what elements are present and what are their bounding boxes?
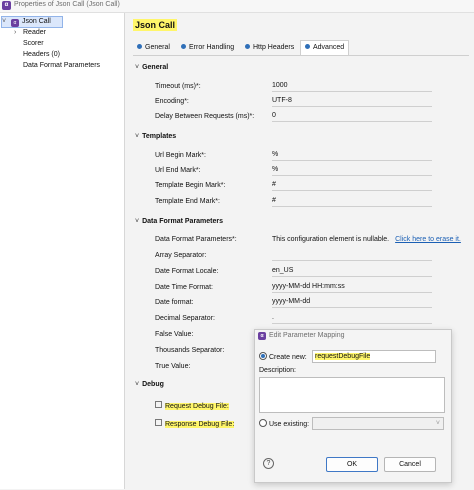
advanced-tab-icon — [305, 44, 310, 49]
chevron-down-icon: ˅ — [135, 133, 140, 140]
array-separator-field[interactable] — [272, 250, 432, 261]
chevron-right-icon[interactable]: › — [14, 28, 20, 38]
array-separator-label: Array Separator: — [155, 252, 207, 259]
tree-item-scorer[interactable]: Scorer — [23, 39, 44, 49]
date-format-field[interactable]: yyyy-MM-dd — [272, 297, 432, 308]
url-end-mark-label: Url End Mark*: — [155, 167, 201, 174]
encoding-field[interactable]: UTF-8 — [272, 96, 432, 107]
data-format-parameters-label: Data Format Parameters*: — [155, 236, 237, 243]
description-label: Description: — [259, 367, 296, 374]
section-data-format-parameters[interactable]: ˅ Data Format Parameters — [135, 218, 223, 225]
nullable-note: This configuration element is nullable. C… — [272, 236, 461, 243]
template-end-mark-field[interactable]: # — [272, 196, 432, 207]
tab-advanced[interactable]: Advanced — [300, 40, 350, 55]
use-existing-option[interactable]: Use existing: — [259, 419, 309, 428]
tree-item-json-call[interactable]: ˅ α Json Call — [1, 16, 63, 28]
date-time-format-field[interactable]: yyyy-MM-dd HH:mm:ss — [272, 282, 432, 293]
dialog-title-bar: α Edit Parameter Mapping — [255, 330, 451, 342]
description-textarea[interactable] — [259, 377, 445, 413]
decimal-separator-label: Decimal Separator: — [155, 315, 215, 322]
section-general[interactable]: ˅ General — [135, 64, 168, 71]
timeout-field[interactable]: 1000 — [272, 81, 432, 92]
ok-button[interactable]: OK — [326, 457, 378, 472]
url-begin-mark-field[interactable]: % — [272, 150, 432, 161]
tab-general[interactable]: General — [137, 41, 170, 55]
http-headers-tab-icon — [245, 44, 250, 49]
parameter-mapping-icon — [155, 419, 162, 426]
create-new-input[interactable]: requestDebugFile — [312, 350, 436, 363]
general-tab-icon — [137, 44, 142, 49]
page-title: Json Call — [133, 19, 178, 31]
cancel-button[interactable]: Cancel — [384, 457, 436, 472]
create-new-option[interactable]: Create new: — [259, 352, 307, 361]
dialog-title: Edit Parameter Mapping — [269, 332, 345, 339]
url-begin-mark-label: Url Begin Mark*: — [155, 152, 206, 159]
section-templates[interactable]: ˅ Templates — [135, 133, 176, 140]
request-debug-file-label[interactable]: Request Debug File: — [155, 401, 229, 410]
delay-field[interactable]: 0 — [272, 111, 432, 122]
chevron-down-icon: ˅ — [435, 420, 440, 427]
section-debug[interactable]: ˅ Debug — [135, 381, 164, 388]
template-begin-mark-label: Template Begin Mark*: — [155, 182, 226, 189]
response-debug-file-label[interactable]: Response Debug File: — [155, 419, 235, 428]
use-existing-select[interactable]: ˅ — [312, 417, 444, 430]
decimal-separator-field[interactable]: . — [272, 313, 432, 324]
edit-parameter-mapping-dialog: α Edit Parameter Mapping Create new: req… — [254, 329, 452, 483]
json-call-node-icon: α — [11, 19, 19, 27]
help-icon[interactable]: ? — [263, 458, 274, 469]
tab-error-handling[interactable]: Error Handling — [181, 41, 234, 55]
delay-label: Delay Between Requests (ms)*: — [155, 113, 255, 120]
app-logo-icon: α — [258, 332, 266, 340]
timeout-label: Timeout (ms)*: — [155, 83, 201, 90]
title-bar: α Properties of Json Call (Json Call) — [0, 0, 474, 13]
property-tree: ˅ α Json Call › Reader Scorer Headers (0) D… — [0, 13, 125, 489]
date-time-format-label: Date Time Format: — [155, 284, 213, 291]
tree-item-reader[interactable]: › Reader — [14, 28, 46, 38]
tree-item-data-format-parameters[interactable]: Data Format Parameters — [23, 61, 100, 71]
parameter-mapping-icon — [155, 401, 162, 408]
tree-item-headers[interactable]: Headers (0) — [23, 50, 60, 60]
chevron-down-icon[interactable]: ˅ — [2, 17, 8, 27]
app-logo-icon: α — [2, 1, 11, 10]
date-format-label: Date format: — [155, 299, 194, 306]
chevron-down-icon: ˅ — [135, 381, 140, 388]
url-end-mark-field[interactable]: % — [272, 165, 432, 176]
date-format-locale-field[interactable]: en_US — [272, 266, 432, 277]
encoding-label: Encoding*: — [155, 98, 189, 105]
use-existing-radio[interactable] — [259, 419, 267, 427]
false-value-label: False Value: — [155, 331, 194, 338]
erase-link[interactable]: Click here to erase it. — [395, 236, 461, 243]
date-format-locale-label: Date Format Locale: — [155, 268, 219, 275]
template-begin-mark-field[interactable]: # — [272, 180, 432, 191]
thousands-separator-label: Thousands Separator: — [155, 347, 225, 354]
true-value-label: True Value: — [155, 363, 191, 370]
window-title: Properties of Json Call (Json Call) — [14, 1, 120, 8]
chevron-down-icon: ˅ — [135, 64, 140, 71]
error-handling-tab-icon — [181, 44, 186, 49]
create-new-radio[interactable] — [259, 352, 267, 360]
template-end-mark-label: Template End Mark*: — [155, 198, 220, 205]
chevron-down-icon: ˅ — [135, 218, 140, 225]
tab-http-headers[interactable]: Http Headers — [245, 41, 294, 55]
